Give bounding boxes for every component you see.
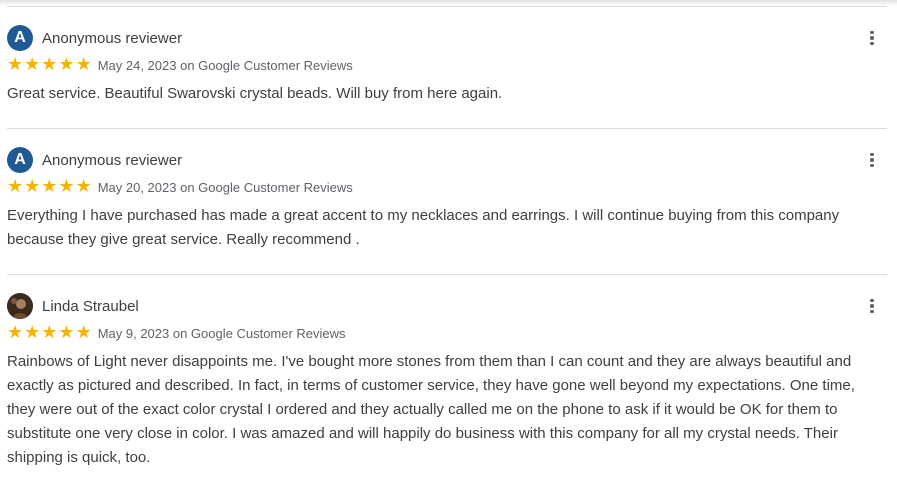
star-icon: ★ [41,176,58,197]
review-header: A Anonymous reviewer [7,147,887,173]
review-meta: ★ ★ ★ ★ ★ May 9, 2023 on Google Customer… [7,324,887,342]
star-icon: ★ [58,54,75,75]
reviewer-name: Anonymous reviewer [42,29,183,47]
review-header: A Anonymous reviewer [7,25,887,51]
divider [7,6,887,7]
review-text: Rainbows of Light never disappoints me. … [7,353,855,466]
review-meta: ★ ★ ★ ★ ★ May 20, 2023 on Google Custome… [7,178,887,196]
more-options-icon[interactable] [863,297,881,315]
star-icon: ★ [24,54,41,75]
star-icon: ★ [58,176,75,197]
review-date: May 9, 2023 on Google Customer Reviews [97,325,346,341]
star-rating: ★ ★ ★ ★ ★ [7,56,92,74]
star-icon: ★ [75,54,92,75]
avatar: A [7,25,33,51]
avatar [7,293,33,319]
review-date: May 24, 2023 on Google Customer Reviews [97,57,353,73]
star-icon: ★ [75,176,92,197]
reviews-page: A Anonymous reviewer ★ ★ ★ ★ ★ May 24, 2… [0,0,897,477]
star-icon: ★ [7,176,24,197]
review-text: Great service. Beautiful Swarovski cryst… [7,85,503,102]
review-meta: ★ ★ ★ ★ ★ May 24, 2023 on Google Custome… [7,56,887,74]
star-icon: ★ [24,322,41,343]
star-rating: ★ ★ ★ ★ ★ [7,324,92,342]
star-icon: ★ [41,54,58,75]
reviewer-name: Linda Straubel [42,297,139,315]
review-date: May 20, 2023 on Google Customer Reviews [97,179,353,195]
divider [7,274,887,275]
more-options-icon[interactable] [863,29,881,47]
star-icon: ★ [58,322,75,343]
star-icon: ★ [41,322,58,343]
star-icon: ★ [24,176,41,197]
reviewer-name: Anonymous reviewer [42,151,183,169]
star-icon: ★ [7,322,24,343]
review-header: Linda Straubel [7,293,887,319]
more-options-icon[interactable] [863,151,881,169]
star-rating: ★ ★ ★ ★ ★ [7,178,92,196]
avatar: A [7,147,33,173]
star-icon: ★ [75,322,92,343]
review-text: Everything I have purchased has made a g… [7,207,840,248]
divider [7,128,887,129]
review-card: A Anonymous reviewer ★ ★ ★ ★ ★ May 20, 2… [7,147,887,252]
review-card: Linda Straubel ★ ★ ★ ★ ★ May 9, 2023 on … [7,293,887,470]
profile-photo-icon [7,293,33,319]
star-icon: ★ [7,54,24,75]
review-card: A Anonymous reviewer ★ ★ ★ ★ ★ May 24, 2… [7,25,887,106]
